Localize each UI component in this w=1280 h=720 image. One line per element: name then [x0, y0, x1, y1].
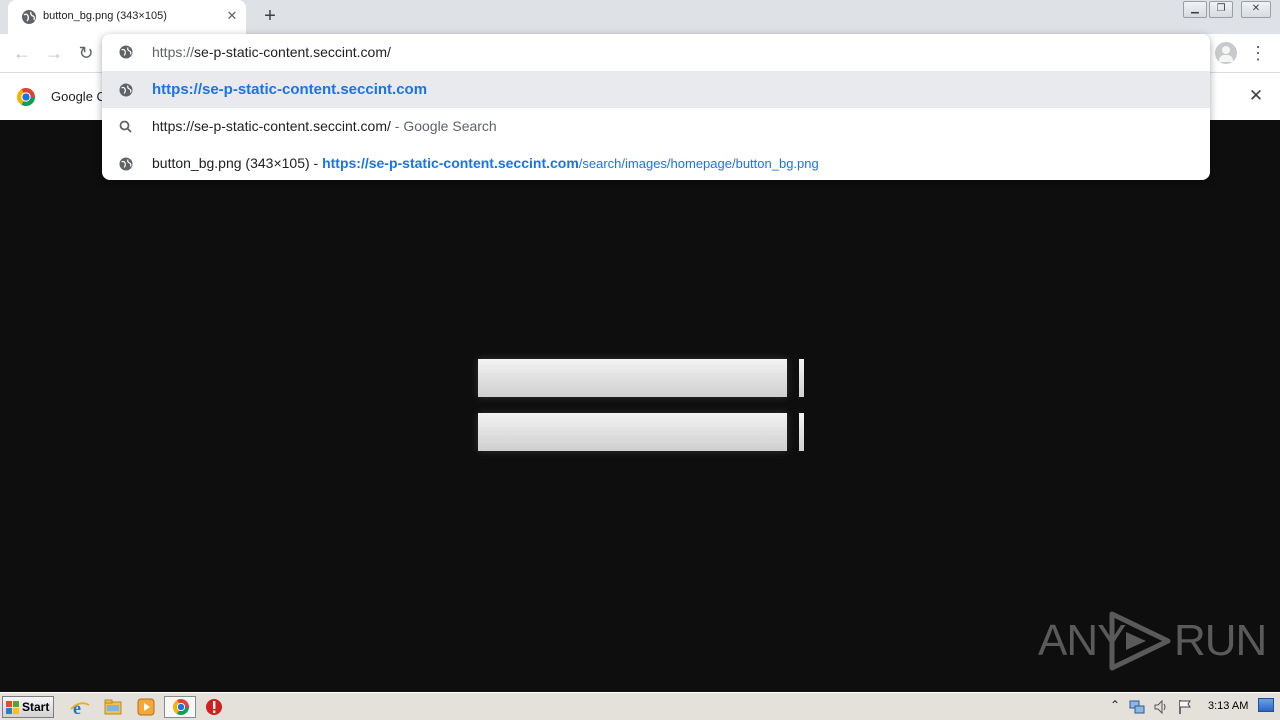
globe-icon [119, 83, 133, 97]
suggestion-url-host: https://se-p-static-content.seccint.com [322, 155, 579, 171]
file-explorer-icon[interactable] [101, 696, 125, 718]
url-scheme: https:// [152, 44, 195, 60]
globe-icon [22, 10, 36, 24]
tab-strip: button_bg.png (343×105) ✕ + ▁ ❐ ✕ [0, 0, 1280, 34]
arrow-left-icon[interactable]: ← [11, 42, 33, 64]
url-host: se-p-static-content.seccint.com/ [194, 44, 391, 60]
system-tray: ⌃ [1106, 696, 1200, 718]
suggestion-url-path: /search/images/homepage/button_bg.png [578, 156, 819, 171]
volume-icon[interactable] [1152, 698, 1170, 716]
media-player-icon[interactable] [134, 696, 158, 718]
suggestion-search: https://se-p-static-content.seccint.com/… [152, 118, 497, 134]
watermark-right: RUN [1174, 616, 1267, 665]
kebab-menu-icon[interactable]: ⋮ [1248, 42, 1268, 64]
tab-title: button_bg.png (343×105) [43, 10, 167, 22]
suggestion-url: https://se-p-static-content.seccint.com [152, 81, 428, 98]
omnibox-input[interactable]: https://se-p-static-content.seccint.com/ [102, 34, 1210, 71]
anyrun-watermark: ANY RUN [1038, 610, 1267, 672]
close-icon[interactable]: ✕ [1247, 87, 1265, 105]
show-desktop-button[interactable] [1258, 698, 1274, 712]
taskbar: Start e ⌃ 3:13 AM [0, 692, 1280, 720]
reload-icon[interactable]: ↻ [75, 42, 97, 64]
svg-text:e: e [73, 698, 81, 718]
omnibox-url[interactable]: https://se-p-static-content.seccint.com/ [152, 44, 391, 60]
suggestion-item[interactable]: button_bg.png (343×105) - https://se-p-s… [102, 145, 1210, 182]
suggestion-history: button_bg.png (343×105) - https://se-p-s… [152, 155, 819, 171]
taskbar-clock[interactable]: 3:13 AM [1208, 700, 1248, 712]
close-icon[interactable]: ✕ [224, 8, 240, 24]
suggestion-item[interactable]: https://se-p-static-content.seccint.com/… [102, 108, 1210, 145]
infobar-text: Google Cl [51, 89, 109, 104]
omnibox-dropdown: https://se-p-static-content.seccint.com/… [102, 34, 1210, 180]
tab-active[interactable]: button_bg.png (343×105) ✕ [8, 0, 246, 34]
globe-icon [119, 45, 133, 59]
suggestion-item[interactable]: https://se-p-static-content.seccint.com [102, 71, 1210, 108]
search-icon [119, 120, 132, 133]
start-label: Start [22, 700, 50, 714]
avatar-icon[interactable] [1215, 42, 1237, 64]
new-tab-button[interactable]: + [260, 6, 280, 26]
suggestion-title: button_bg.png (343×105) - [152, 155, 323, 171]
button-image-bottom [478, 413, 787, 451]
chrome-icon [173, 699, 189, 715]
start-button[interactable]: Start [2, 696, 54, 718]
windows-logo-icon [6, 701, 19, 714]
button-image-bottom-edge [799, 413, 804, 451]
flag-icon[interactable] [1176, 698, 1194, 716]
internet-explorer-icon[interactable]: e [68, 696, 92, 718]
network-icon[interactable] [1128, 698, 1146, 716]
suggestion-query: https://se-p-static-content.seccint.com/ [152, 118, 391, 134]
arrow-right-icon[interactable]: → [43, 42, 65, 64]
globe-icon [119, 157, 133, 171]
chrome-logo-icon [17, 88, 35, 106]
suggestion-suffix: - Google Search [390, 118, 497, 134]
button-image-top [478, 359, 787, 397]
stop-icon[interactable] [202, 696, 226, 718]
window-close-icon[interactable]: ✕ [1241, 1, 1271, 18]
chrome-taskbar-button[interactable] [164, 696, 196, 718]
chevron-up-icon[interactable]: ⌃ [1110, 698, 1120, 712]
button-image-top-edge [799, 359, 804, 397]
minimize-icon[interactable]: ▁ [1183, 1, 1207, 18]
play-icon [1109, 611, 1171, 671]
restore-icon[interactable]: ❐ [1209, 1, 1233, 18]
